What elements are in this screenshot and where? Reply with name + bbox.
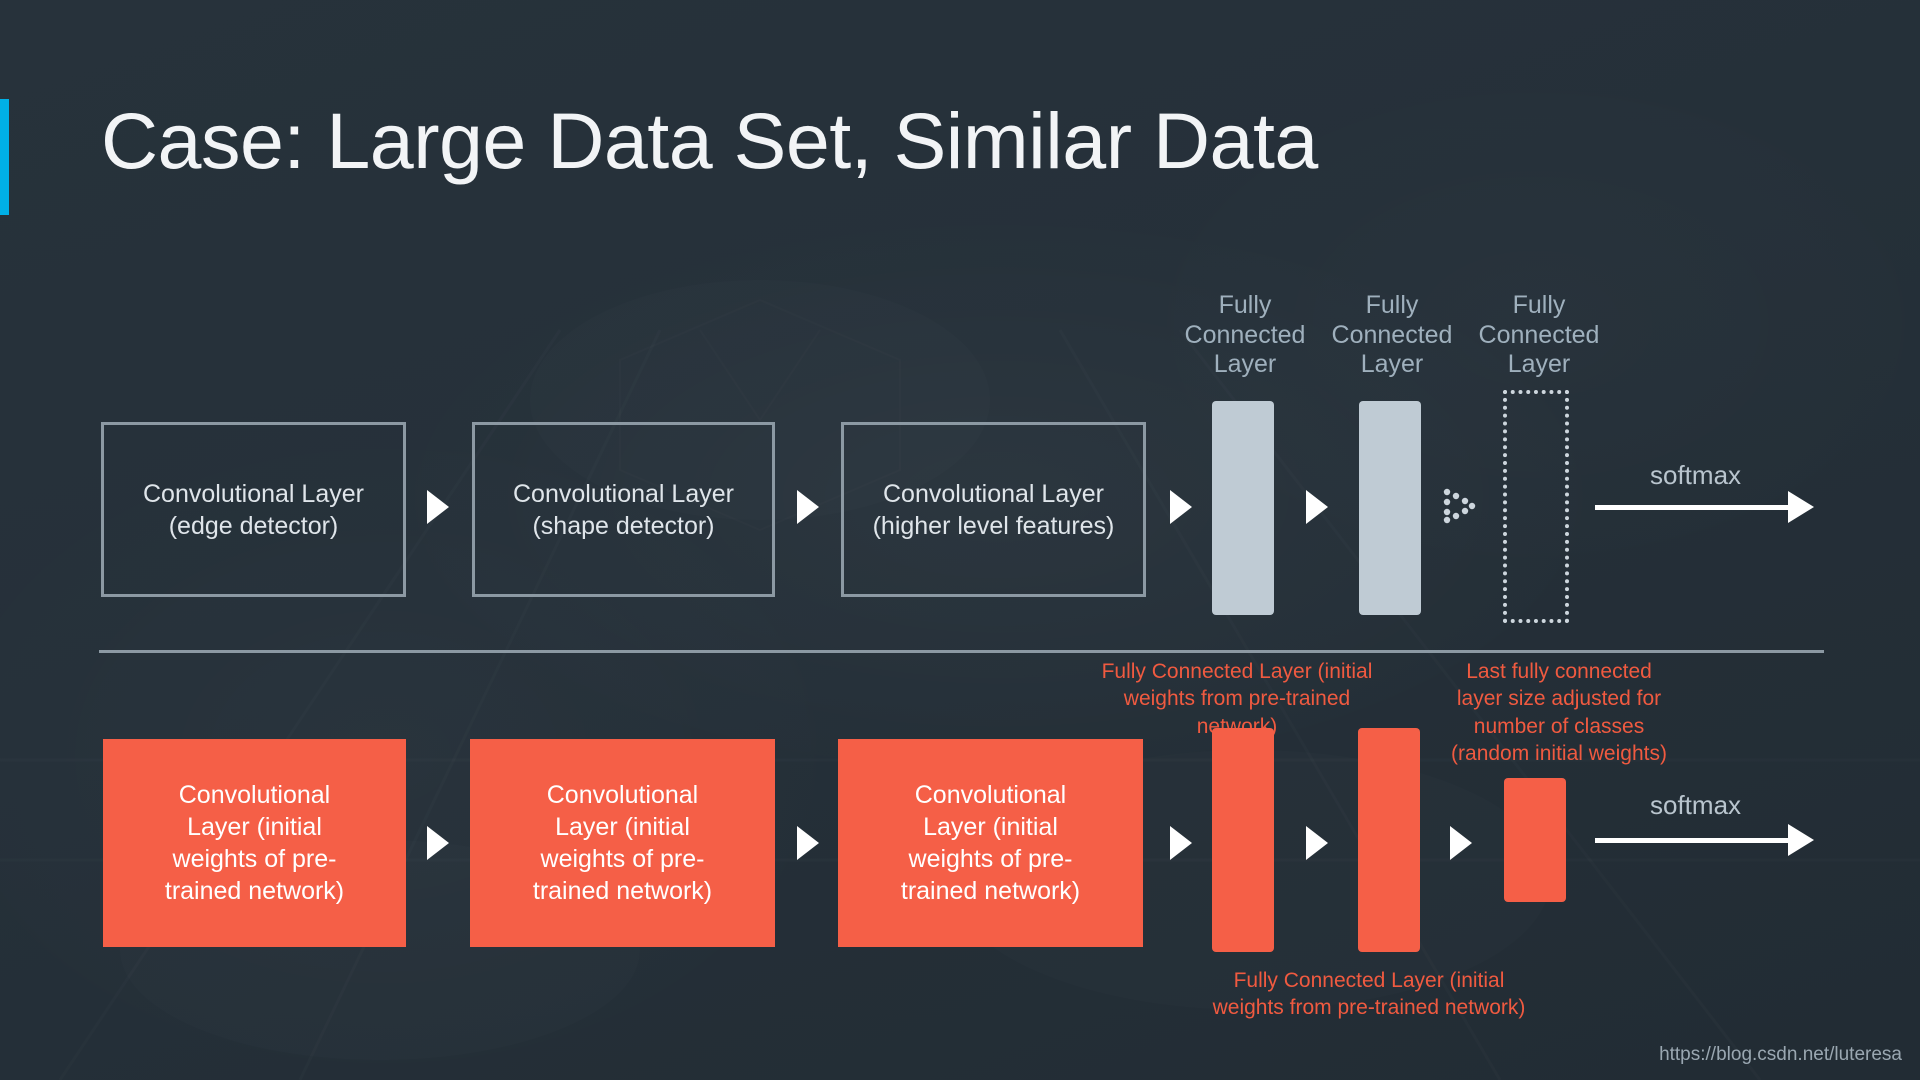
top-conv-box-2-label: Convolutional Layer (shape detector) xyxy=(513,479,734,540)
bottom-softmax-arrow-line xyxy=(1595,838,1790,843)
top-fc-bar-2 xyxy=(1359,401,1421,615)
watermark: https://blog.csdn.net/luteresa xyxy=(1659,1044,1902,1065)
bottom-arrow-2-icon xyxy=(797,826,819,860)
bottom-softmax-label: softmax xyxy=(1650,790,1742,820)
bottom-arrow-3-icon xyxy=(1170,826,1192,860)
top-softmax-label: softmax xyxy=(1650,460,1742,490)
top-conv-box-2: Convolutional Layer (shape detector) xyxy=(472,422,775,597)
bottom-arrow-5-icon xyxy=(1450,826,1472,860)
bottom-conv-box-3-label: Convolutional Layer (initial weights of … xyxy=(900,781,1081,905)
top-arrow-5-dotted-icon xyxy=(1443,488,1476,524)
top-arrow-2-icon xyxy=(797,490,819,524)
top-softmax-arrow-line xyxy=(1595,505,1790,510)
slide-canvas: Case: Large Data Set, Similar Data Convo… xyxy=(0,0,1920,1080)
page-title: Case: Large Data Set, Similar Data xyxy=(101,96,1318,185)
top-arrow-1-icon xyxy=(427,490,449,524)
top-conv-box-3-label: Convolutional Layer (higher level featur… xyxy=(872,479,1115,540)
accent-bar xyxy=(0,99,9,215)
top-fc-bar-3-dotted xyxy=(1503,390,1569,623)
top-fc-bar-1 xyxy=(1212,401,1274,615)
annotation-bottom: Fully Connected Layer (initial weights f… xyxy=(1212,969,1526,1020)
bottom-conv-box-1: Convolutional Layer (initial weights of … xyxy=(103,739,406,947)
bottom-fc-bar-3 xyxy=(1504,778,1566,902)
top-fc-label-3: Fully Connected Layer xyxy=(1478,291,1600,378)
bottom-arrow-4-icon xyxy=(1306,826,1328,860)
annotation-top-right: Last fully connected layer size adjusted… xyxy=(1451,660,1667,765)
bottom-fc-bar-2 xyxy=(1358,728,1420,952)
top-fc-label-1: Fully Connected Layer xyxy=(1184,291,1306,378)
top-arrow-4-icon xyxy=(1306,490,1328,524)
bottom-fc-bar-1 xyxy=(1212,728,1274,952)
top-fc-label-2: Fully Connected Layer xyxy=(1331,291,1453,378)
bottom-conv-box-1-label: Convolutional Layer (initial weights of … xyxy=(164,781,345,905)
top-conv-box-1: Convolutional Layer (edge detector) xyxy=(101,422,406,597)
bottom-conv-box-2-label: Convolutional Layer (initial weights of … xyxy=(532,781,713,905)
top-conv-box-1-label: Convolutional Layer (edge detector) xyxy=(143,479,364,540)
top-arrow-3-icon xyxy=(1170,490,1192,524)
top-softmax-arrow-head-icon xyxy=(1788,491,1814,523)
top-conv-box-3: Convolutional Layer (higher level featur… xyxy=(841,422,1146,597)
bottom-softmax-arrow-head-icon xyxy=(1788,824,1814,856)
bottom-conv-box-2: Convolutional Layer (initial weights of … xyxy=(470,739,775,947)
bottom-arrow-1-icon xyxy=(427,826,449,860)
divider xyxy=(99,650,1824,653)
bottom-conv-box-3: Convolutional Layer (initial weights of … xyxy=(838,739,1143,947)
